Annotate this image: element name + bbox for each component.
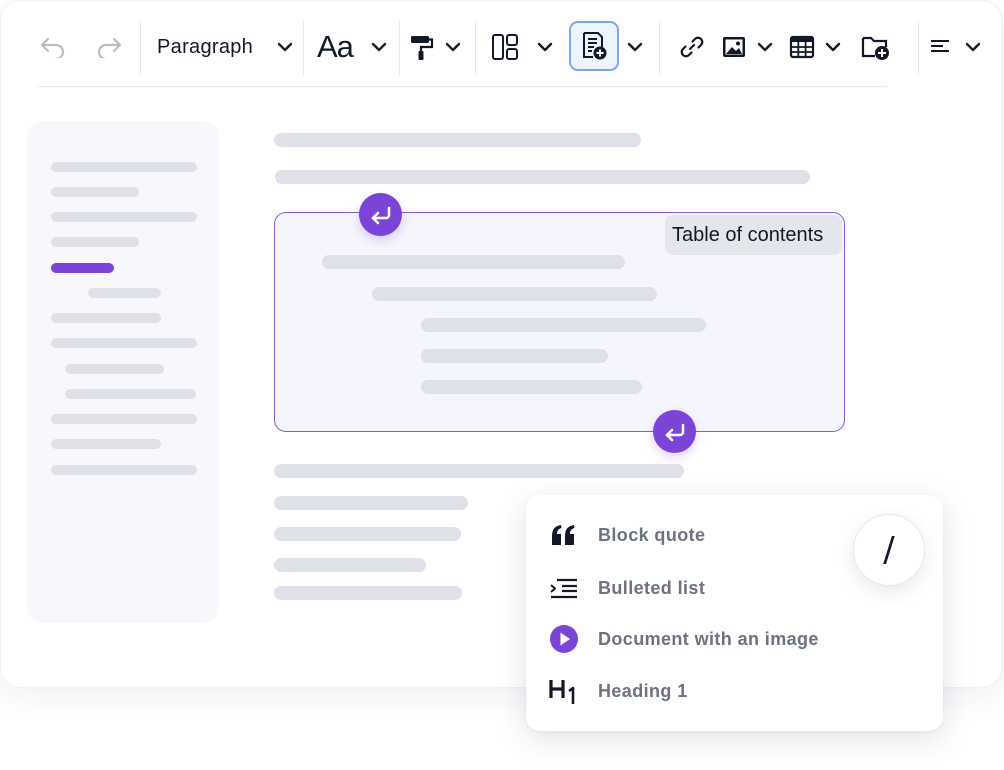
add-folder-icon	[861, 36, 889, 60]
enter-icon	[665, 423, 684, 441]
text-line-placeholder	[274, 558, 426, 572]
undo-icon	[40, 37, 65, 58]
document-outline-sidebar	[27, 121, 219, 623]
text-line-placeholder	[274, 133, 641, 147]
toolbar-bottom-rule	[37, 86, 887, 87]
toolbar-divider	[918, 21, 919, 75]
outline-item[interactable]	[51, 414, 197, 424]
image-dropdown[interactable]	[721, 15, 777, 79]
outline-item[interactable]	[65, 364, 164, 374]
toc-entry-placeholder	[421, 349, 608, 363]
link-button[interactable]	[677, 15, 707, 79]
outline-item[interactable]	[51, 237, 139, 247]
toc-entry-placeholder	[322, 255, 625, 269]
toc-entry-placeholder	[421, 380, 642, 394]
outline-item-active[interactable]	[51, 263, 114, 273]
toolbar-divider	[140, 21, 141, 75]
text-line-placeholder	[274, 586, 462, 600]
toolbar-divider	[659, 21, 660, 75]
paragraph-style-label: Paragraph	[157, 35, 254, 58]
outline-item[interactable]	[88, 288, 161, 298]
toc-label: Table of contents	[665, 215, 842, 255]
chevron-down-icon	[445, 42, 461, 52]
insert-paragraph-after-button[interactable]	[653, 410, 696, 453]
image-icon	[723, 37, 745, 57]
menu-item-bulleted-list[interactable]: Bulleted list	[526, 568, 826, 608]
menu-item-label: Bulleted list	[598, 577, 706, 598]
bulleted-list-icon	[550, 578, 577, 599]
undo-button[interactable]	[35, 15, 71, 79]
outline-item[interactable]	[51, 338, 197, 348]
menu-item-label: Block quote	[598, 524, 706, 545]
toc-entry-placeholder	[372, 287, 657, 301]
menu-item-document-with-image[interactable]: Document with an image	[526, 619, 826, 659]
menu-item-label: Heading 1	[598, 680, 688, 701]
toc-entry-placeholder	[421, 318, 706, 332]
chevron-down-icon	[537, 42, 553, 52]
chevron-down-icon	[277, 42, 293, 52]
menu-item-label: Document with an image	[598, 628, 819, 649]
layout-icon	[492, 34, 518, 60]
outline-item[interactable]	[65, 389, 196, 399]
text-line-placeholder	[275, 170, 810, 184]
toc-icon	[583, 32, 607, 60]
table-icon	[789, 35, 815, 59]
toolbar-divider	[303, 21, 304, 75]
paint-roller-icon	[411, 36, 434, 60]
link-icon	[680, 36, 704, 58]
chevron-down-icon	[371, 42, 387, 52]
redo-button[interactable]	[91, 15, 127, 79]
layout-dropdown[interactable]	[491, 15, 555, 79]
menu-item-block-quote[interactable]: Block quote	[526, 515, 826, 555]
text-line-placeholder	[274, 496, 468, 510]
outline-item[interactable]	[51, 439, 161, 449]
text-line-placeholder	[274, 527, 461, 541]
menu-item-heading-1[interactable]: Heading 1	[526, 671, 826, 711]
chevron-down-icon	[757, 42, 773, 52]
enter-icon	[371, 206, 390, 224]
toolbar-divider	[399, 21, 400, 75]
outline-item[interactable]	[51, 313, 161, 323]
outline-item[interactable]	[51, 212, 197, 222]
toc-dropdown-toggle[interactable]	[625, 15, 645, 79]
quote-icon	[552, 525, 575, 545]
slash-command-trigger[interactable]: /	[853, 514, 925, 586]
table-of-contents-button[interactable]	[569, 21, 619, 71]
outline-item[interactable]	[51, 162, 197, 172]
chevron-down-icon	[965, 42, 981, 52]
add-folder-button[interactable]	[859, 15, 893, 79]
heading-1-icon	[549, 680, 575, 704]
align-left-icon	[931, 40, 949, 52]
redo-icon	[97, 37, 122, 58]
outline-item[interactable]	[51, 465, 197, 475]
text-style-icon: Aa	[317, 29, 354, 64]
chevron-down-icon	[627, 42, 643, 52]
play-circle-icon	[550, 625, 578, 653]
align-dropdown[interactable]	[929, 15, 985, 79]
text-line-placeholder	[274, 464, 684, 478]
outline-item[interactable]	[51, 187, 139, 197]
insert-paragraph-before-button[interactable]	[359, 193, 402, 236]
toolbar-divider	[475, 21, 476, 75]
editor-toolbar: Paragraph Aa	[23, 15, 993, 79]
format-painter-dropdown[interactable]	[409, 15, 465, 79]
chevron-down-icon	[825, 42, 841, 52]
font-dropdown[interactable]: Aa	[317, 15, 389, 79]
paragraph-style-dropdown[interactable]: Paragraph	[157, 15, 297, 79]
table-dropdown[interactable]	[789, 15, 845, 79]
